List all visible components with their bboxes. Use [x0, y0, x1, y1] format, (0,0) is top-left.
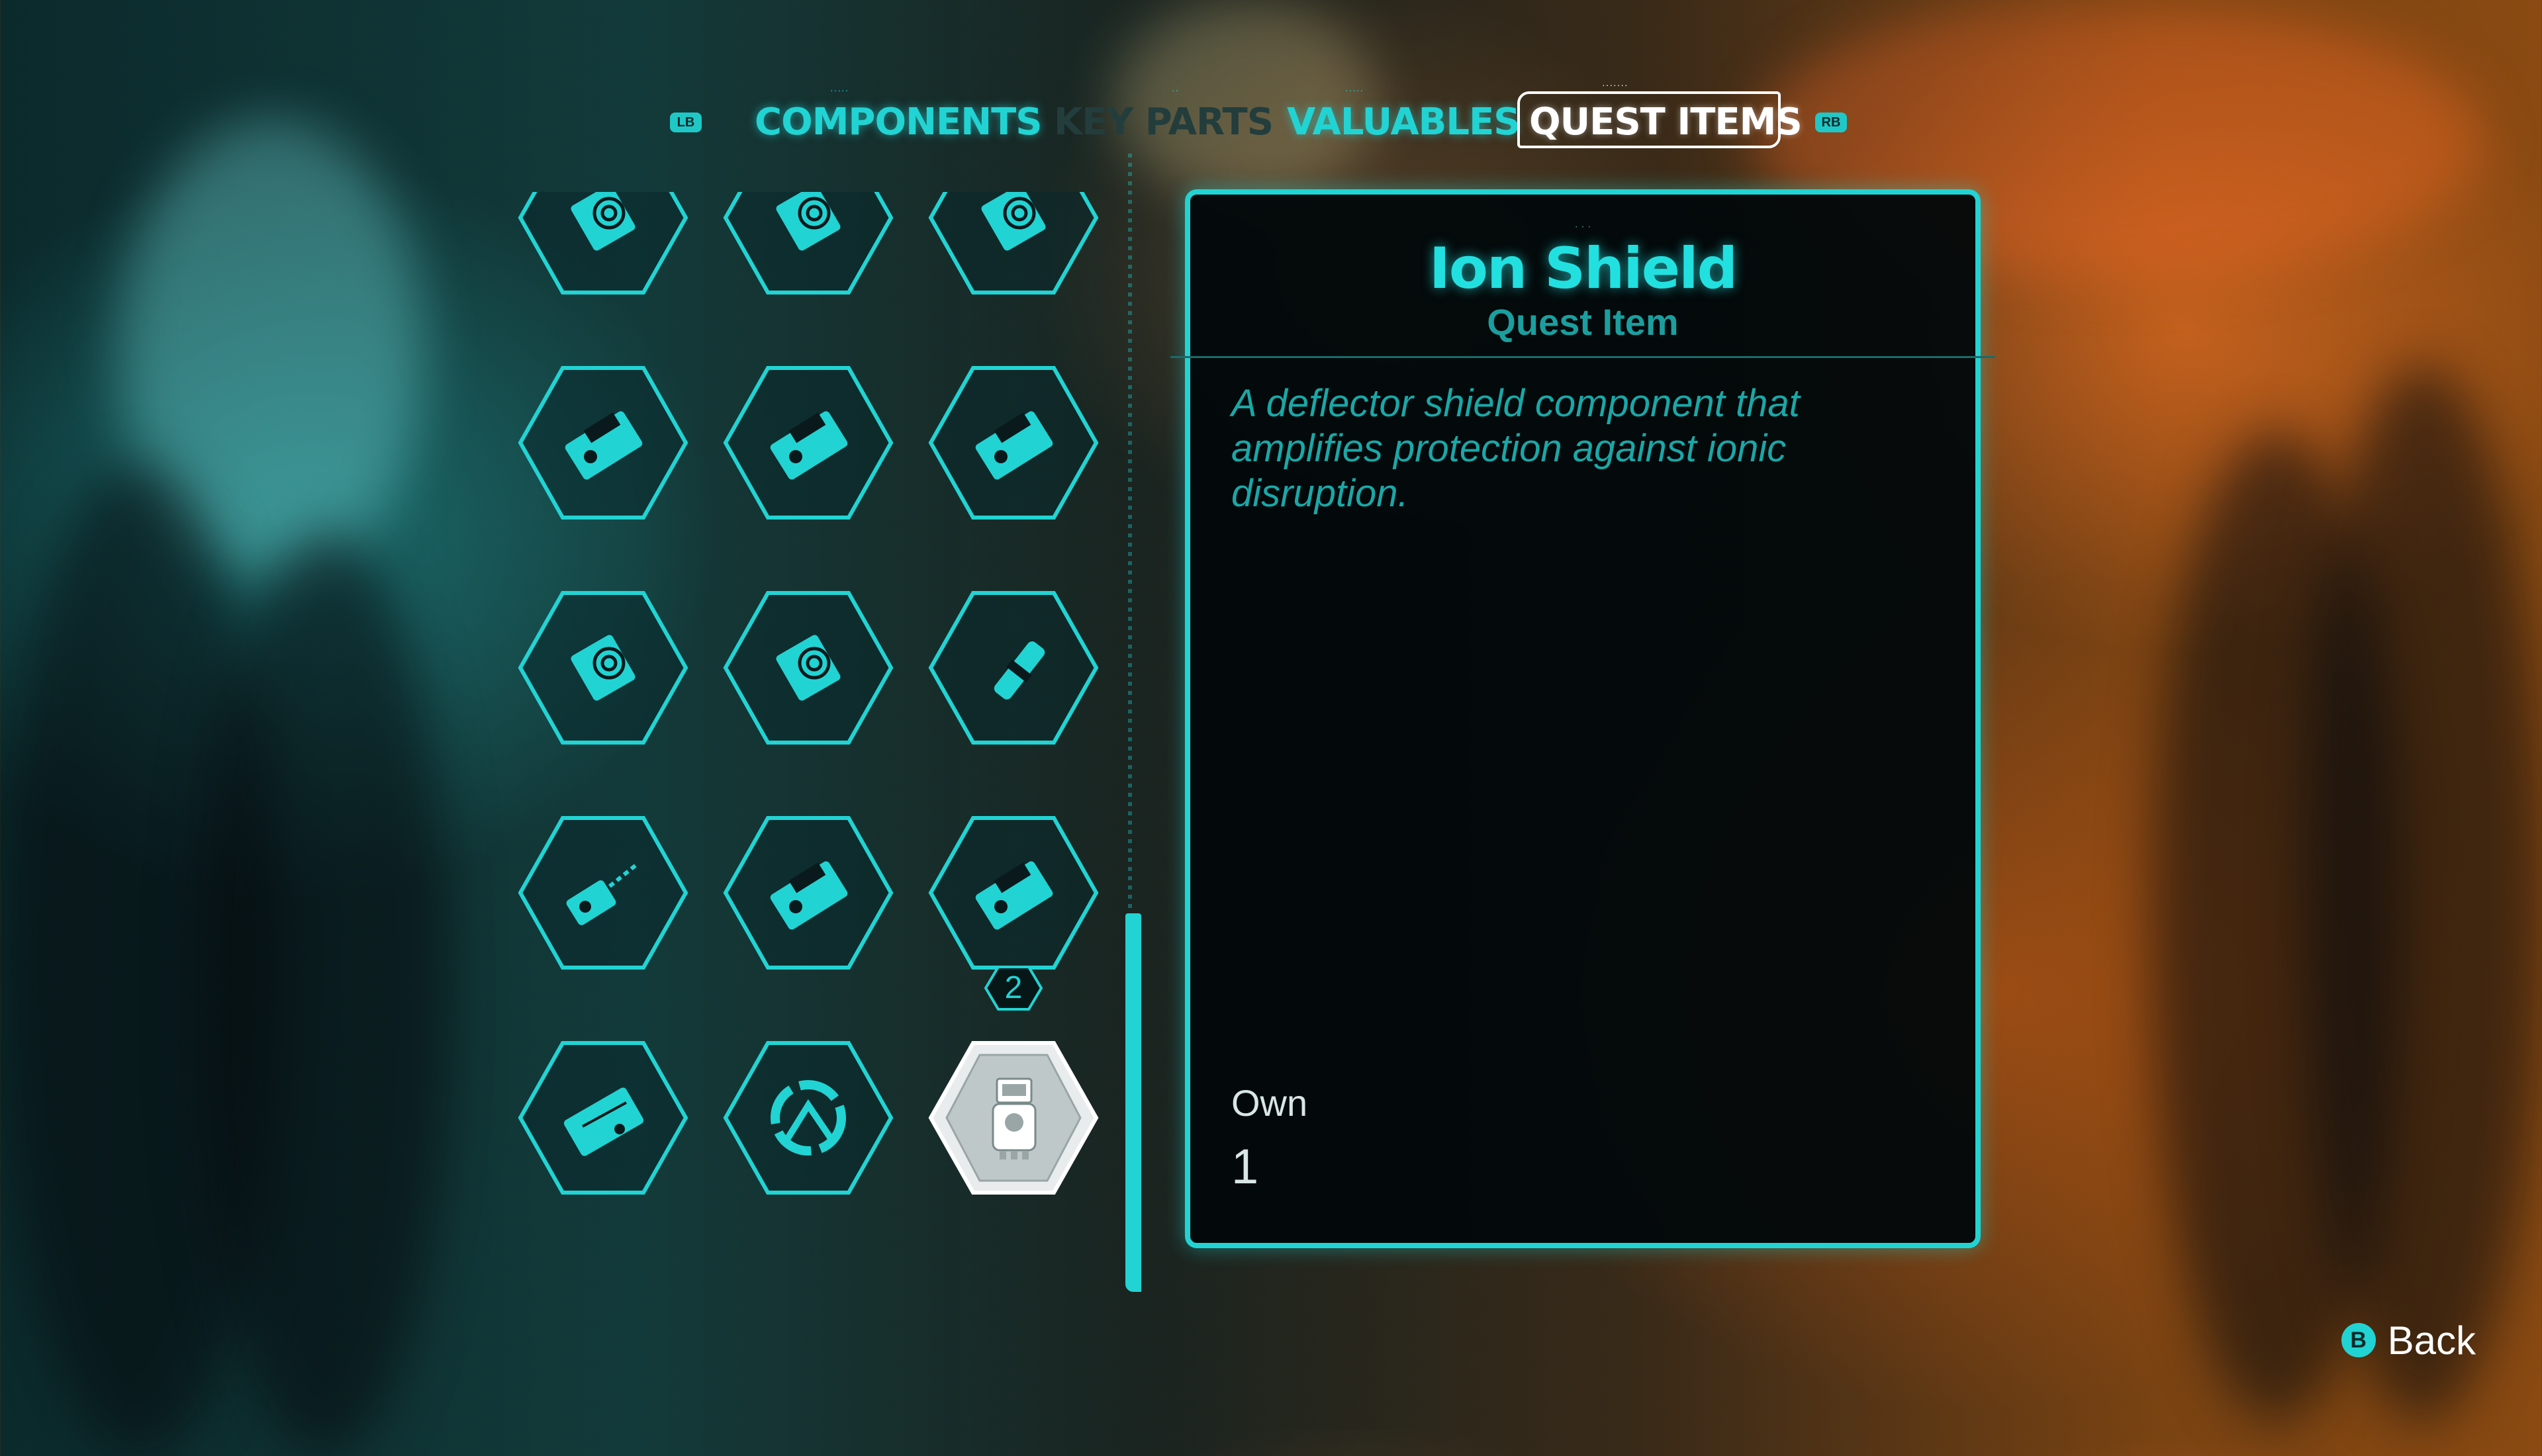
- item-count-badge: 2: [984, 965, 1043, 1011]
- inventory-item-slot[interactable]: [927, 364, 1099, 522]
- power-cell-icon: [928, 591, 1099, 745]
- back-label: Back: [2387, 1318, 2476, 1363]
- lb-button-icon[interactable]: LB: [670, 113, 702, 132]
- chip-card-icon: [518, 1041, 688, 1195]
- item-count: 2: [1004, 970, 1023, 1005]
- tab-valuables[interactable]: VALUABLES: [1287, 101, 1521, 144]
- category-tabs: LB ····· COMPONENTS ·· KEY PARTS ····· V…: [0, 40, 2542, 148]
- item-description: A deflector shield component that amplif…: [1231, 382, 1800, 515]
- keycard-icon: [723, 366, 894, 520]
- tab-glyph: ·····: [1345, 85, 1364, 95]
- data-disc-icon: [723, 192, 894, 295]
- rb-button-icon[interactable]: RB: [1815, 113, 1847, 132]
- inventory-item-slot[interactable]: [722, 814, 895, 972]
- item-detail-panel: · · · Ion Shield Quest Item A deflector …: [1170, 189, 1995, 1248]
- own-value: 1: [1231, 1139, 1259, 1194]
- inventory-item-slot[interactable]: [516, 1039, 690, 1197]
- data-disc-icon: [723, 591, 894, 745]
- data-disc-icon: [518, 591, 688, 745]
- tab-glyph: ·······: [1602, 79, 1628, 90]
- beam-device-icon: [518, 816, 688, 970]
- tab-glyph: ·····: [830, 85, 849, 95]
- inventory-item-slot[interactable]: [722, 1039, 895, 1197]
- spiral-module-icon: [723, 1041, 894, 1195]
- keycard-icon: [518, 366, 688, 520]
- keycard-icon: [723, 816, 894, 970]
- own-label: Own: [1231, 1082, 1308, 1124]
- item-grid: 2: [503, 192, 1099, 1264]
- inventory-item-slot[interactable]: [516, 192, 690, 296]
- keycard-icon: [928, 366, 1099, 520]
- inventory-item-slot[interactable]: [722, 364, 895, 522]
- inventory-item-slot[interactable]: [927, 814, 1099, 972]
- inventory-item-slot[interactable]: [516, 589, 690, 747]
- tab-key-parts[interactable]: KEY PARTS: [1054, 101, 1274, 144]
- tab-components[interactable]: COMPONENTS: [755, 101, 1043, 144]
- inventory-item-slot[interactable]: [516, 364, 690, 522]
- tab-quest-items[interactable]: QUEST ITEMS: [1529, 101, 1803, 144]
- keycard-icon: [928, 816, 1099, 970]
- divider: [1170, 356, 1995, 358]
- inventory-item-slot[interactable]: [927, 1039, 1099, 1197]
- data-disc-icon: [928, 192, 1099, 295]
- tab-glyph: ··: [1172, 85, 1180, 95]
- inventory-item-slot[interactable]: [722, 589, 895, 747]
- data-disc-icon: [518, 192, 688, 295]
- inventory-item-slot[interactable]: [927, 192, 1099, 296]
- inventory-item-slot[interactable]: [927, 589, 1099, 747]
- inventory-item-slot[interactable]: [722, 192, 895, 296]
- back-button[interactable]: B Back: [2341, 1317, 2476, 1363]
- inventory-item-slot[interactable]: [516, 814, 690, 972]
- item-title: Ion Shield: [1429, 236, 1738, 302]
- ion-shield-icon: [928, 1041, 1099, 1195]
- title-glyph: · · ·: [1574, 221, 1591, 232]
- scrollbar-thumb[interactable]: [1125, 913, 1141, 1292]
- b-button-icon: B: [2341, 1323, 2376, 1357]
- item-subtitle: Quest Item: [1487, 301, 1679, 343]
